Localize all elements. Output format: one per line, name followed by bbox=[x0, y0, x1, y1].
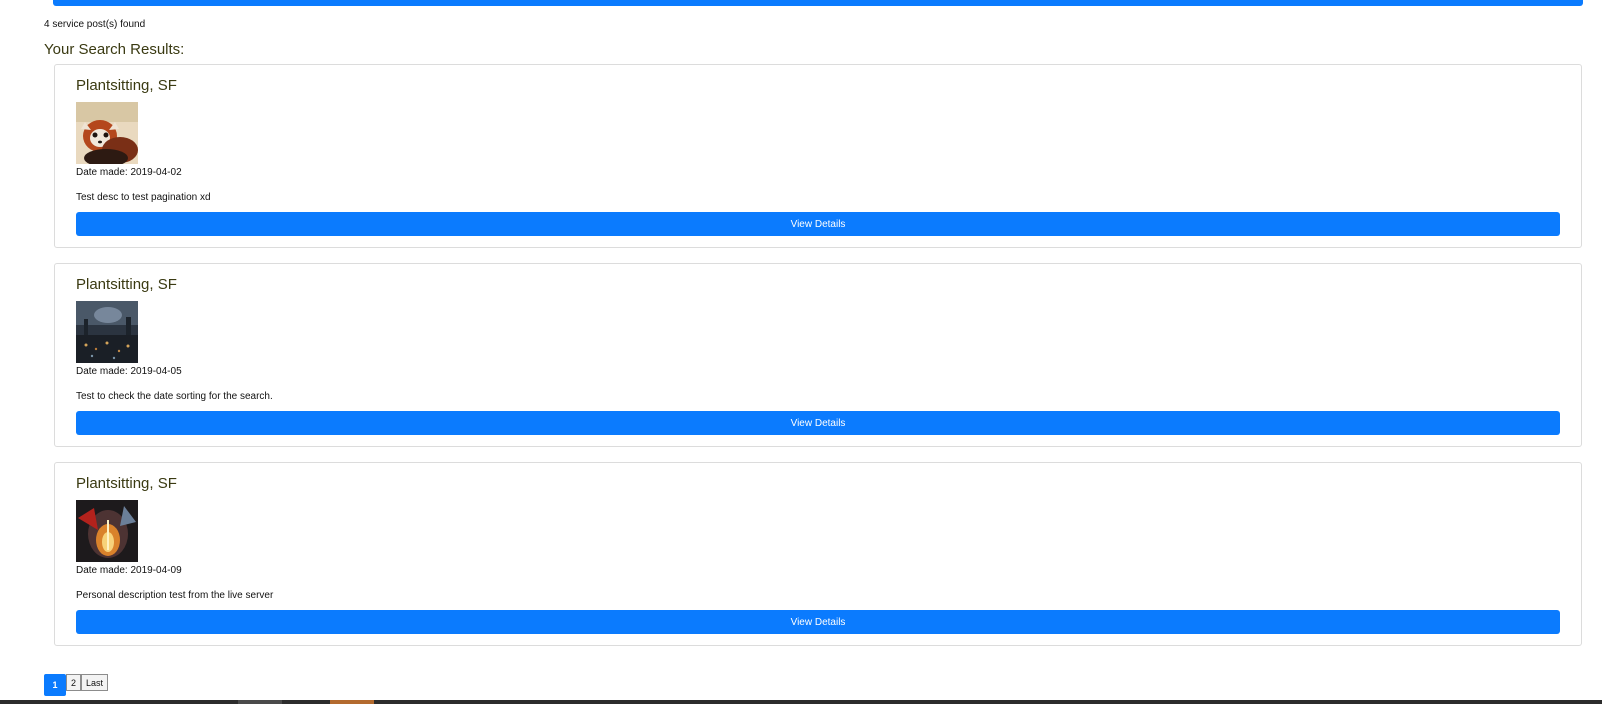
post-title: Plantsitting, SF bbox=[76, 475, 177, 492]
view-details-button[interactable]: View Details bbox=[76, 411, 1560, 435]
post-thumbnail bbox=[76, 102, 138, 164]
pagination: 1 2 Last bbox=[44, 674, 109, 696]
post-description: Test desc to test pagination xd bbox=[76, 192, 211, 203]
taskbar-item[interactable] bbox=[330, 700, 374, 704]
post-card: Plantsitting, SF Date made: 2019-04-09 P… bbox=[54, 462, 1582, 646]
post-title: Plantsitting, SF bbox=[76, 276, 177, 293]
taskbar-edge bbox=[0, 700, 1602, 704]
dark-city-image bbox=[76, 301, 138, 363]
top-search-button-edge[interactable] bbox=[53, 0, 1583, 6]
post-thumbnail bbox=[76, 500, 138, 562]
last-page-button[interactable]: Last bbox=[81, 674, 109, 691]
red-panda-image bbox=[76, 102, 138, 164]
post-date: Date made: 2019-04-09 bbox=[76, 565, 182, 576]
page-button-2[interactable]: 2 bbox=[66, 674, 82, 691]
view-details-button[interactable]: View Details bbox=[76, 610, 1560, 634]
post-card: Plantsitting, SF Date made: 2019-04-02 T… bbox=[54, 64, 1582, 248]
fiery-artwork-image bbox=[76, 500, 138, 562]
taskbar-item[interactable] bbox=[238, 700, 282, 704]
page-button-1[interactable]: 1 bbox=[44, 674, 66, 696]
post-title: Plantsitting, SF bbox=[76, 77, 177, 94]
results-count: 4 service post(s) found bbox=[44, 19, 146, 30]
view-details-button[interactable]: View Details bbox=[76, 212, 1560, 236]
post-card: Plantsitting, SF Date made: 2019-04-05 T… bbox=[54, 263, 1582, 447]
results-heading: Your Search Results: bbox=[44, 41, 185, 58]
post-description: Test to check the date sorting for the s… bbox=[76, 391, 273, 402]
post-date: Date made: 2019-04-02 bbox=[76, 167, 182, 178]
post-thumbnail bbox=[76, 301, 138, 363]
post-date: Date made: 2019-04-05 bbox=[76, 366, 182, 377]
post-description: Personal description test from the live … bbox=[76, 590, 274, 601]
